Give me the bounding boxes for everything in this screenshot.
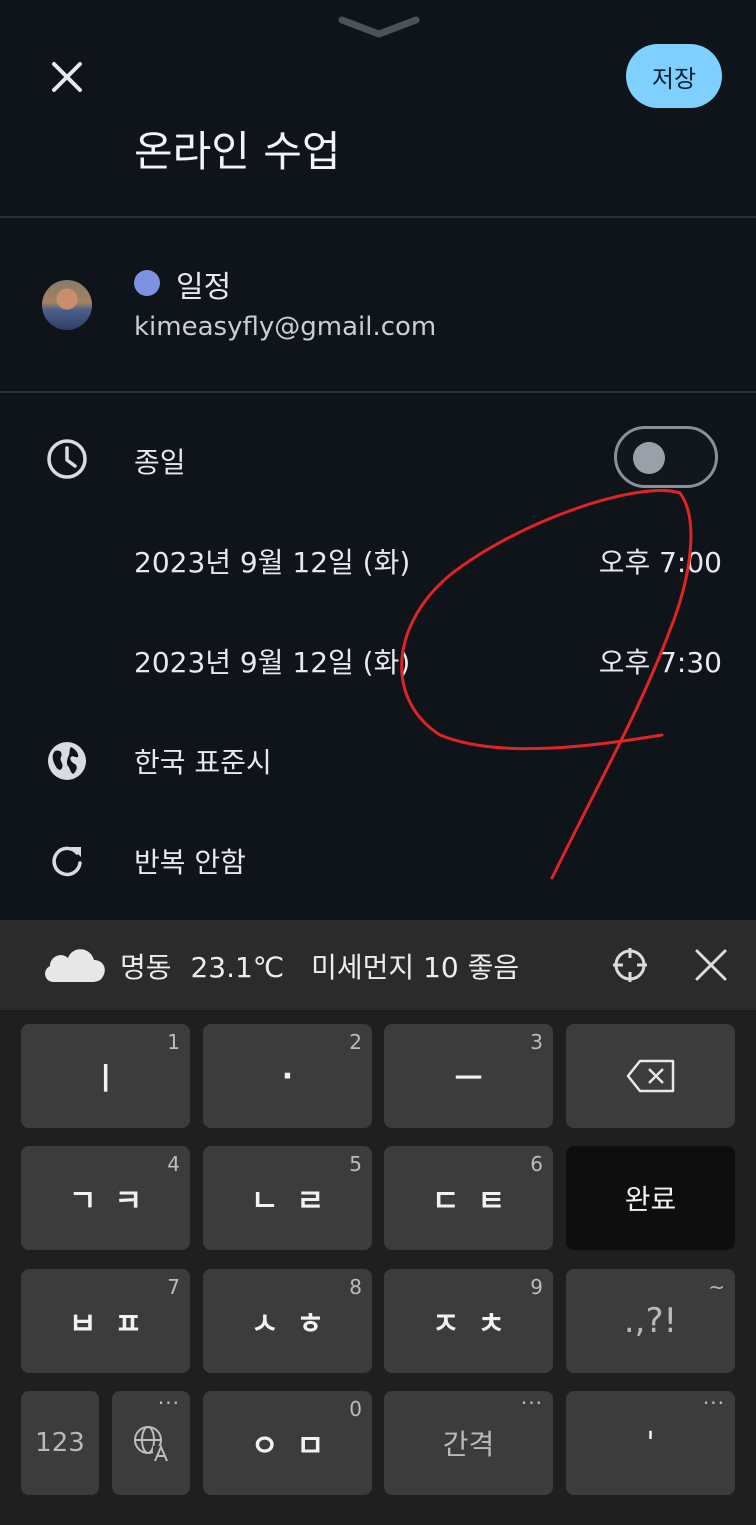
- punctuation-key[interactable]: ~.,?!: [566, 1269, 735, 1373]
- language-key[interactable]: ···: [112, 1391, 190, 1495]
- all-day-toggle[interactable]: [614, 426, 718, 488]
- weather-info[interactable]: 명동 23.1℃ 미세먼지 10 좋음: [120, 946, 519, 986]
- close-icon[interactable]: [46, 56, 88, 98]
- calendar-name[interactable]: 일정: [176, 262, 231, 306]
- air-quality: 미세먼지 10 좋음: [311, 951, 520, 984]
- key-siot-hieut[interactable]: 8 ㅅㅎ: [203, 1269, 372, 1373]
- key-ieung-mieum[interactable]: 0 ㅇㅁ: [203, 1391, 372, 1495]
- avatar: [42, 280, 92, 330]
- start-time[interactable]: 오후 7:00: [599, 541, 722, 581]
- crosshair-icon[interactable]: [612, 947, 648, 983]
- cloud-icon: [45, 949, 105, 982]
- repeat-icon: [52, 846, 82, 877]
- timezone-label[interactable]: 한국 표준시: [134, 741, 272, 781]
- end-date[interactable]: 2023년 9월 12일 (화): [134, 641, 410, 681]
- key-digeut-tieut[interactable]: 6 ㄷㅌ: [384, 1146, 553, 1250]
- event-title-input[interactable]: 온라인 수업: [134, 118, 341, 179]
- divider: [0, 391, 756, 393]
- clock-icon: [47, 439, 87, 479]
- start-date[interactable]: 2023년 9월 12일 (화): [134, 541, 410, 581]
- backspace-icon: [626, 1059, 674, 1093]
- numbers-mode-key[interactable]: 123: [21, 1391, 99, 1495]
- key-vowel-i[interactable]: 1ㅣ: [21, 1024, 190, 1128]
- calendar-account-email[interactable]: kimeasyfly@gmail.com: [134, 312, 436, 342]
- language-icon: [134, 1426, 169, 1462]
- key-bieup-pieup[interactable]: 7 ㅂㅍ: [21, 1269, 190, 1373]
- backspace-key[interactable]: [566, 1024, 735, 1128]
- apostrophe-key[interactable]: ··· ': [566, 1391, 735, 1495]
- repeat-label[interactable]: 반복 안함: [134, 841, 246, 881]
- space-key[interactable]: ··· 간격: [384, 1391, 553, 1495]
- collapse-handle-icon[interactable]: [338, 14, 420, 40]
- save-button[interactable]: 저장: [626, 44, 722, 108]
- toggle-knob: [633, 442, 665, 474]
- weather-temperature: 23.1℃: [190, 951, 285, 984]
- done-key[interactable]: 완료: [566, 1146, 735, 1250]
- weather-location: 명동: [120, 951, 172, 984]
- all-day-label: 종일: [134, 446, 186, 479]
- key-jieut-chieut[interactable]: 9 ㅈㅊ: [384, 1269, 553, 1373]
- key-giyeok-kieuk[interactable]: 4 ㄱㅋ: [21, 1146, 190, 1250]
- key-vowel-dot[interactable]: 2 ·: [203, 1024, 372, 1128]
- calendar-color-dot: [134, 270, 160, 296]
- globe-icon: [48, 742, 86, 780]
- close-icon[interactable]: [694, 948, 728, 982]
- key-vowel-eu[interactable]: 3ㅡ: [384, 1024, 553, 1128]
- divider: [0, 216, 756, 218]
- end-time[interactable]: 오후 7:30: [599, 641, 722, 681]
- key-nieun-rieul[interactable]: 5 ㄴㄹ: [203, 1146, 372, 1250]
